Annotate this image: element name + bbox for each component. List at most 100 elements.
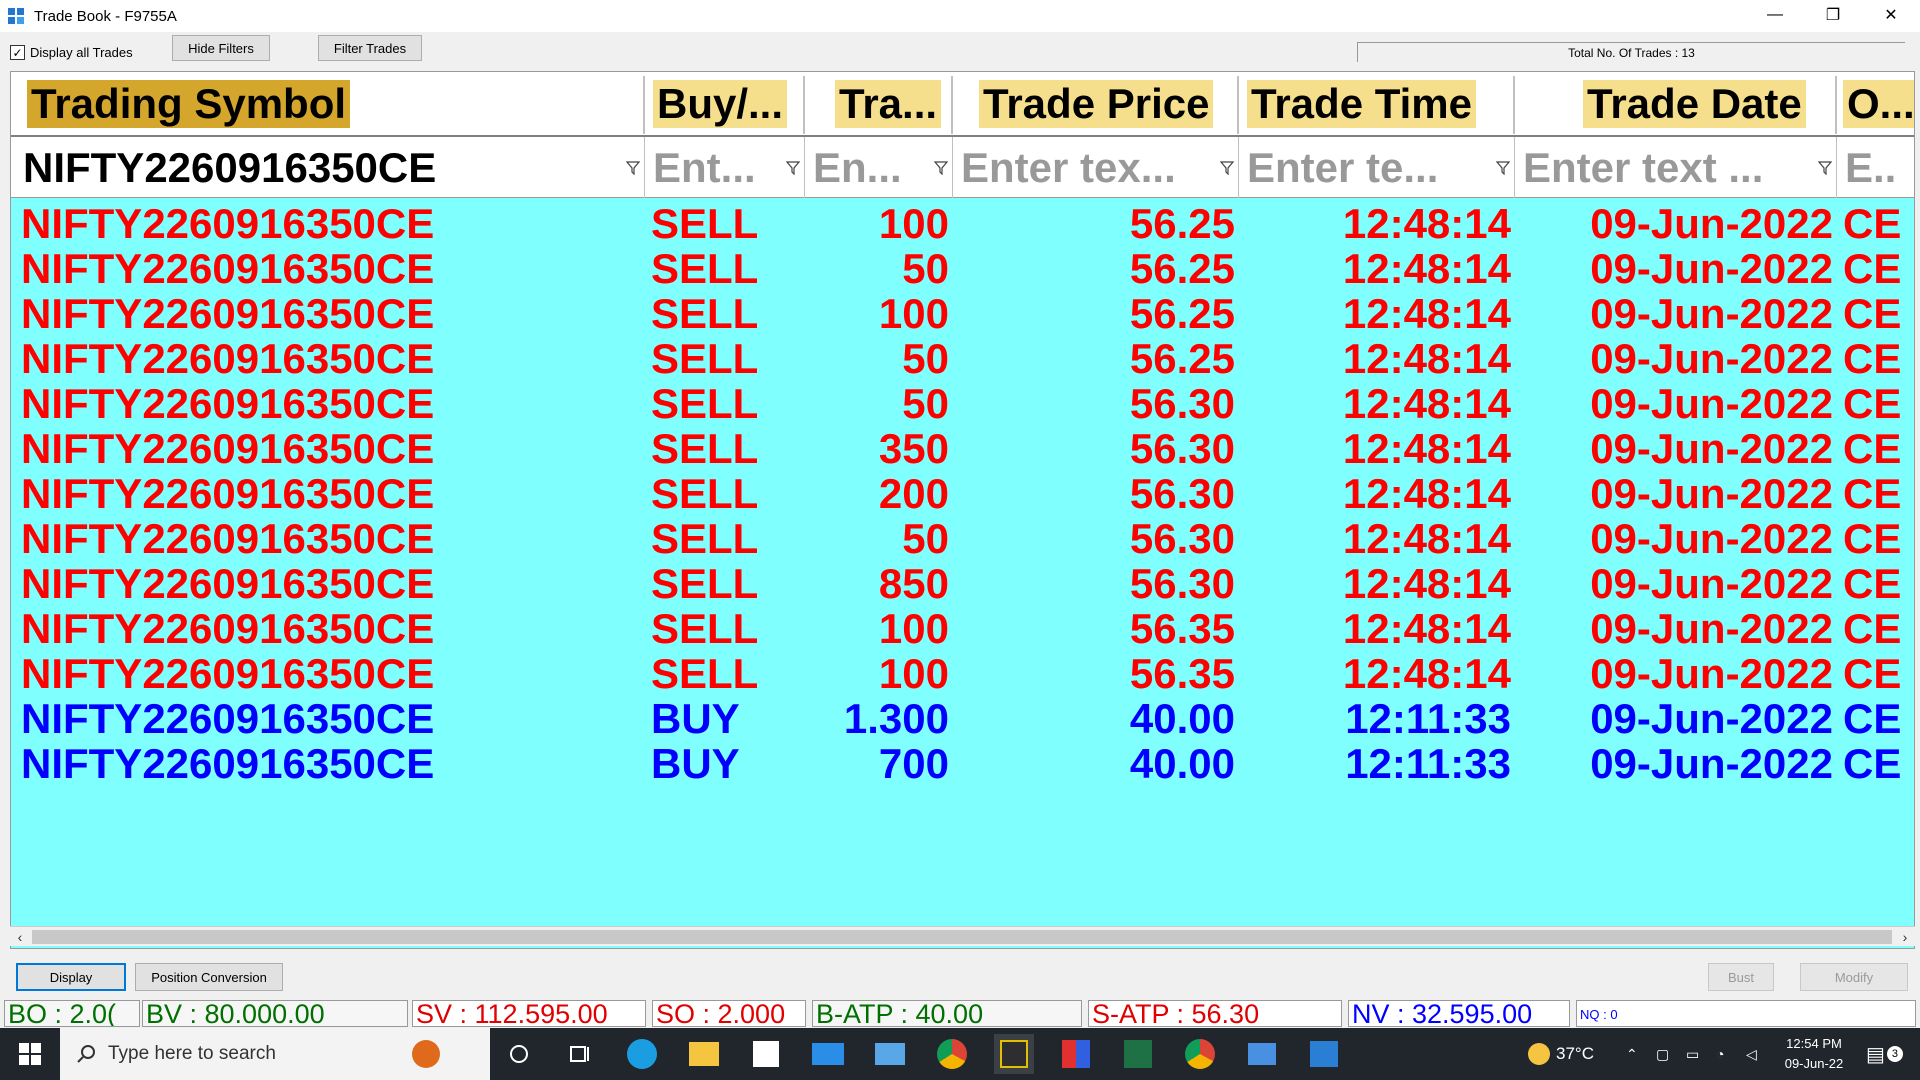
cell-date: 09-Jun-2022 — [1590, 246, 1833, 291]
battery-icon[interactable]: ▭ — [1686, 1028, 1699, 1080]
trading-app-icon[interactable] — [994, 1034, 1034, 1074]
volume-icon[interactable]: ◁ — [1746, 1028, 1757, 1080]
trade-row[interactable]: NIFTY2260916350CE SELL 50 56.25 12:48:14 09-J… — [11, 246, 1914, 291]
trade-row[interactable]: NIFTY2260916350CE BUY 700 40.00 12:11:33 09-J… — [11, 741, 1914, 786]
cell-side: SELL — [651, 561, 759, 606]
trade-row[interactable]: NIFTY2260916350CE SELL 100 56.25 12:48:14 09-… — [11, 291, 1914, 336]
column-header-date[interactable]: Trade Date — [1517, 76, 1837, 134]
header-row: Trading Symbol Buy/... Tra... Trade Price Tr… — [11, 72, 1914, 137]
filter-input-side[interactable]: Ent... — [653, 143, 756, 193]
cell-price: 56.30 — [1129, 516, 1235, 561]
scroll-right-icon[interactable]: › — [1895, 927, 1915, 947]
meet-icon[interactable]: ▢ — [1656, 1028, 1669, 1080]
scrollbar-thumb[interactable] — [32, 930, 1892, 944]
cell-price: 56.25 — [1129, 246, 1235, 291]
trade-row[interactable]: NIFTY2260916350CE SELL 200 56.30 12:48:14 09-… — [11, 471, 1914, 516]
trade-row[interactable]: NIFTY2260916350CE SELL 50 56.25 12:48:14 09-J… — [11, 336, 1914, 381]
display-button[interactable]: Display — [16, 963, 126, 991]
display-all-trades-checkbox[interactable]: ✓ Display all Trades — [10, 45, 133, 60]
notification-icon[interactable]: ▤ 3 — [1866, 1028, 1903, 1080]
filter-cell-price[interactable]: Enter tex... — [955, 137, 1239, 198]
store-icon[interactable] — [746, 1034, 786, 1074]
modify-button[interactable]: Modify — [1800, 963, 1908, 991]
cell-time: 12:48:14 — [1342, 336, 1511, 381]
cell-qty: 350 — [878, 426, 949, 471]
filter-input-qty[interactable]: En... — [813, 143, 902, 193]
column-header-side[interactable]: Buy/... — [647, 76, 805, 134]
filter-cell-symbol[interactable]: NIFTY2260916350CE — [17, 137, 645, 198]
cell-price: 56.30 — [1129, 381, 1235, 426]
checkbox-box[interactable]: ✓ — [10, 45, 25, 60]
cell-qty: 100 — [878, 606, 949, 651]
scroll-left-icon[interactable]: ‹ — [10, 927, 30, 947]
filter-input-price[interactable]: Enter tex... — [961, 143, 1176, 193]
filter-cell-time[interactable]: Enter te... — [1241, 137, 1515, 198]
filter-cell-opt[interactable]: E... — [1839, 137, 1914, 198]
bust-button[interactable]: Bust — [1708, 963, 1774, 991]
horizontal-scrollbar[interactable]: ‹ › — [10, 926, 1915, 946]
trade-row[interactable]: NIFTY2260916350CE SELL 50 56.30 12:48:14 09-J… — [11, 381, 1914, 426]
computer-icon[interactable] — [870, 1034, 910, 1074]
hide-filters-button[interactable]: Hide Filters — [172, 35, 270, 61]
cell-opt: CE — [1843, 336, 1902, 381]
file-explorer-icon[interactable] — [684, 1034, 724, 1074]
mail-icon[interactable] — [808, 1034, 848, 1074]
edge-icon[interactable] — [622, 1034, 662, 1074]
filter-input-time[interactable]: Enter te... — [1247, 143, 1438, 193]
minimize-button[interactable]: — — [1746, 0, 1804, 30]
column-header-symbol[interactable]: Trading Symbol — [17, 76, 645, 134]
cell-opt: CE — [1843, 606, 1902, 651]
column-header-qty[interactable]: Tra... — [807, 76, 953, 134]
filter-funnel-icon[interactable] — [626, 161, 640, 175]
cell-date: 09-Jun-2022 — [1590, 561, 1833, 606]
weather-widget[interactable]: 37°C — [1528, 1028, 1594, 1080]
trade-row[interactable]: NIFTY2260916350CE SELL 350 56.30 12:48:14 09-… — [11, 426, 1914, 471]
filter-input-date[interactable]: Enter text ... — [1523, 143, 1763, 193]
chrome-alt-icon[interactable] — [1180, 1034, 1220, 1074]
chart-app-icon[interactable] — [1056, 1034, 1096, 1074]
trade-row[interactable]: NIFTY2260916350CE SELL 850 56.30 12:48:14 09-… — [11, 561, 1914, 606]
restore-button[interactable]: ❐ — [1804, 0, 1862, 30]
filter-trades-button[interactable]: Filter Trades — [318, 35, 422, 61]
start-button[interactable] — [0, 1028, 60, 1080]
filter-input-symbol[interactable]: NIFTY2260916350CE — [23, 143, 436, 193]
filter-cell-side[interactable]: Ent... — [647, 137, 805, 198]
filter-cell-qty[interactable]: En... — [807, 137, 953, 198]
trade-row[interactable]: NIFTY2260916350CE BUY 1.300 40.00 12:11:33 09… — [11, 696, 1914, 741]
column-header-label: Trade Time — [1247, 80, 1476, 128]
cell-symbol: NIFTY2260916350CE — [21, 741, 435, 786]
window-app-icon[interactable] — [1242, 1034, 1282, 1074]
filter-cell-date[interactable]: Enter text ... — [1517, 137, 1837, 198]
clock[interactable]: 12:54 PM 09-Jun-22 — [1774, 1034, 1854, 1074]
cell-date: 09-Jun-2022 — [1590, 516, 1833, 561]
position-conversion-button[interactable]: Position Conversion — [135, 963, 283, 991]
filter-funnel-icon[interactable] — [1818, 161, 1832, 175]
trade-row[interactable]: NIFTY2260916350CE SELL 100 56.35 12:48:14 09-… — [11, 651, 1914, 696]
column-header-time[interactable]: Trade Time — [1241, 76, 1515, 134]
excel-icon[interactable] — [1118, 1034, 1158, 1074]
chrome-icon[interactable] — [932, 1034, 972, 1074]
column-header-price[interactable]: Trade Price — [955, 76, 1239, 134]
trade-row[interactable]: NIFTY2260916350CE SELL 50 56.30 12:48:14 09-J… — [11, 516, 1914, 561]
filter-funnel-icon[interactable] — [1496, 161, 1510, 175]
filter-funnel-icon[interactable] — [1220, 161, 1234, 175]
column-header-opt[interactable]: O... — [1839, 76, 1914, 134]
column-header-label: O... — [1843, 80, 1914, 128]
cell-side: SELL — [651, 336, 759, 381]
cortana-icon[interactable] — [499, 1034, 539, 1074]
tray-chevron-icon[interactable]: ⌃ — [1626, 1028, 1638, 1080]
filter-input-opt[interactable]: E... — [1845, 143, 1897, 193]
wifi-icon[interactable]: ◔ — [1716, 1028, 1724, 1080]
cell-opt: CE — [1843, 291, 1902, 336]
trade-row[interactable]: NIFTY2260916350CE SELL 100 56.25 12:48:14 09-… — [11, 201, 1914, 246]
trade-row[interactable]: NIFTY2260916350CE SELL 100 56.35 12:48:14 09-… — [11, 606, 1914, 651]
cell-opt: CE — [1843, 696, 1902, 741]
filter-funnel-icon[interactable] — [934, 161, 948, 175]
close-button[interactable]: ✕ — [1862, 0, 1920, 30]
taskbar-search[interactable]: Type here to search — [60, 1028, 490, 1080]
filter-funnel-icon[interactable] — [786, 161, 800, 175]
photos-icon[interactable] — [1304, 1034, 1344, 1074]
task-view-icon[interactable] — [560, 1034, 600, 1074]
cell-opt: CE — [1843, 516, 1902, 561]
clock-date: 09-Jun-22 — [1784, 1056, 1844, 1071]
